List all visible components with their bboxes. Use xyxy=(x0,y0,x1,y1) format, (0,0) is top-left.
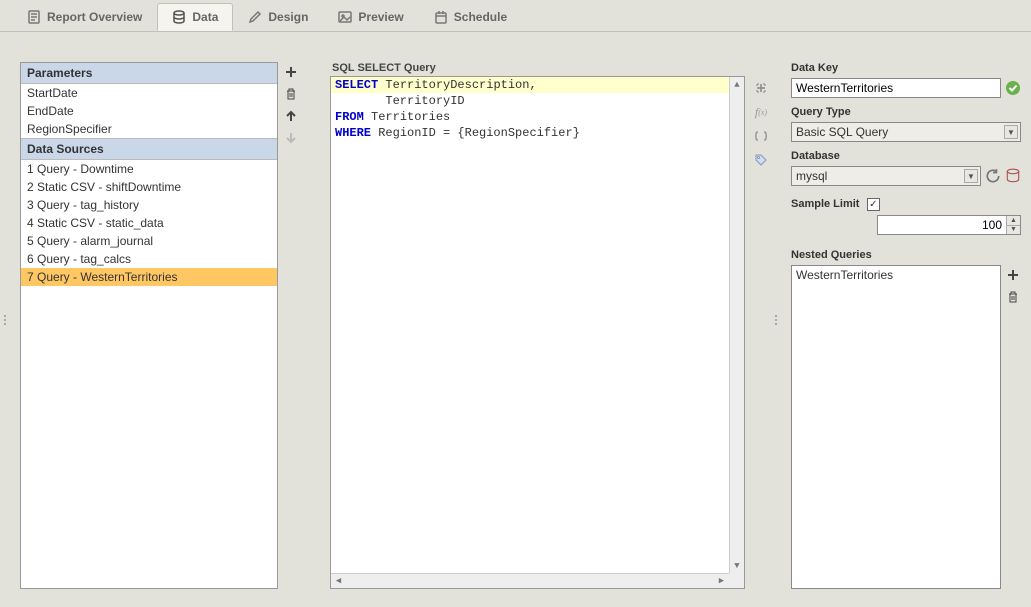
document-lines-icon xyxy=(27,10,41,24)
sql-editor[interactable]: SELECT TerritoryDescription, TerritoryID… xyxy=(330,76,745,589)
database-icon xyxy=(172,10,186,24)
tab-report-overview[interactable]: Report Overview xyxy=(12,3,157,30)
datasource-item[interactable]: 4 Static CSV - static_data xyxy=(21,214,277,232)
tab-label: Schedule xyxy=(454,10,507,24)
spin-down-icon[interactable]: ▼ xyxy=(1007,226,1020,235)
database-manage-icon[interactable] xyxy=(1005,168,1021,184)
workspace: Parameters StartDateEndDateRegionSpecifi… xyxy=(0,32,1031,607)
center-panel: SQL SELECT Query SELECT TerritoryDescrip… xyxy=(330,62,771,589)
tab-label: Design xyxy=(268,10,308,24)
scrollbar-vertical[interactable]: ▲▼ xyxy=(729,77,744,573)
right-panel: Data Key Query Type Basic SQL Query ▼ Da… xyxy=(791,62,1021,589)
nested-queries-list[interactable]: WesternTerritories xyxy=(791,265,1001,589)
query-type-label: Query Type xyxy=(791,106,1021,118)
data-sources-header: Data Sources xyxy=(21,138,277,160)
nested-query-item[interactable]: WesternTerritories xyxy=(796,268,996,282)
scrollbar-horizontal[interactable]: ◀▶ xyxy=(331,573,729,588)
add-nested-icon[interactable] xyxy=(1005,267,1021,283)
insert-param-icon[interactable] xyxy=(753,128,769,144)
sample-limit-label: Sample Limit xyxy=(791,198,859,210)
image-icon xyxy=(338,10,352,24)
chevron-down-icon: ▼ xyxy=(964,169,978,183)
datasource-item[interactable]: 5 Query - alarm_journal xyxy=(21,232,277,250)
spin-up-icon[interactable]: ▲ xyxy=(1007,216,1020,226)
datasource-item[interactable]: 3 Query - tag_history xyxy=(21,196,277,214)
data-key-input[interactable] xyxy=(791,78,1001,98)
datasource-item[interactable]: 1 Query - Downtime xyxy=(21,160,277,178)
split-grip-left[interactable] xyxy=(0,32,10,607)
parameter-item[interactable]: StartDate xyxy=(21,84,277,102)
tab-preview[interactable]: Preview xyxy=(323,3,418,30)
split-grip-right[interactable] xyxy=(771,32,781,607)
calendar-icon xyxy=(434,10,448,24)
datasource-item[interactable]: 7 Query - WesternTerritories xyxy=(21,268,277,286)
delete-nested-icon[interactable] xyxy=(1005,289,1021,305)
trash-icon[interactable] xyxy=(283,86,299,102)
datasource-item[interactable]: 6 Query - tag_calcs xyxy=(21,250,277,268)
tag-icon[interactable] xyxy=(753,152,769,168)
parameters-header: Parameters xyxy=(21,63,277,84)
tab-design[interactable]: Design xyxy=(233,3,323,30)
database-select[interactable]: mysql ▼ xyxy=(791,166,981,186)
parameter-item[interactable]: EndDate xyxy=(21,102,277,120)
left-actions xyxy=(278,62,300,589)
add-icon[interactable] xyxy=(283,64,299,80)
refresh-icon[interactable] xyxy=(985,168,1001,184)
expand-icon[interactable] xyxy=(753,80,769,96)
tab-label: Preview xyxy=(358,10,403,24)
sample-limit-spinner[interactable]: ▲▼ xyxy=(877,215,1021,235)
query-type-select[interactable]: Basic SQL Query ▼ xyxy=(791,122,1021,142)
sample-limit-value[interactable] xyxy=(878,216,1006,234)
move-up-icon[interactable] xyxy=(283,108,299,124)
pencil-icon xyxy=(248,10,262,24)
tab-label: Report Overview xyxy=(47,10,142,24)
fx-icon[interactable]: f(x) xyxy=(753,104,769,120)
parameter-item[interactable]: RegionSpecifier xyxy=(21,120,277,138)
datasource-item[interactable]: 2 Static CSV - shiftDowntime xyxy=(21,178,277,196)
nested-queries-label: Nested Queries xyxy=(791,249,1021,261)
check-ok-icon xyxy=(1005,80,1021,96)
database-label: Database xyxy=(791,150,1021,162)
tabs-bar: Report Overview Data Design Preview Sche… xyxy=(0,0,1031,32)
sql-label: SQL SELECT Query xyxy=(330,62,771,76)
sample-limit-checkbox[interactable]: ✓ xyxy=(867,198,880,211)
data-key-label: Data Key xyxy=(791,62,1021,74)
sql-text: SELECT TerritoryDescription, TerritoryID… xyxy=(331,77,729,573)
left-list: Parameters StartDateEndDateRegionSpecifi… xyxy=(20,62,278,589)
tab-schedule[interactable]: Schedule xyxy=(419,3,522,30)
tab-data[interactable]: Data xyxy=(157,3,233,31)
tab-label: Data xyxy=(192,10,218,24)
move-down-icon xyxy=(283,130,299,146)
center-actions: f(x) xyxy=(745,76,771,589)
chevron-down-icon: ▼ xyxy=(1004,125,1018,139)
left-panel: Parameters StartDateEndDateRegionSpecifi… xyxy=(20,62,300,589)
